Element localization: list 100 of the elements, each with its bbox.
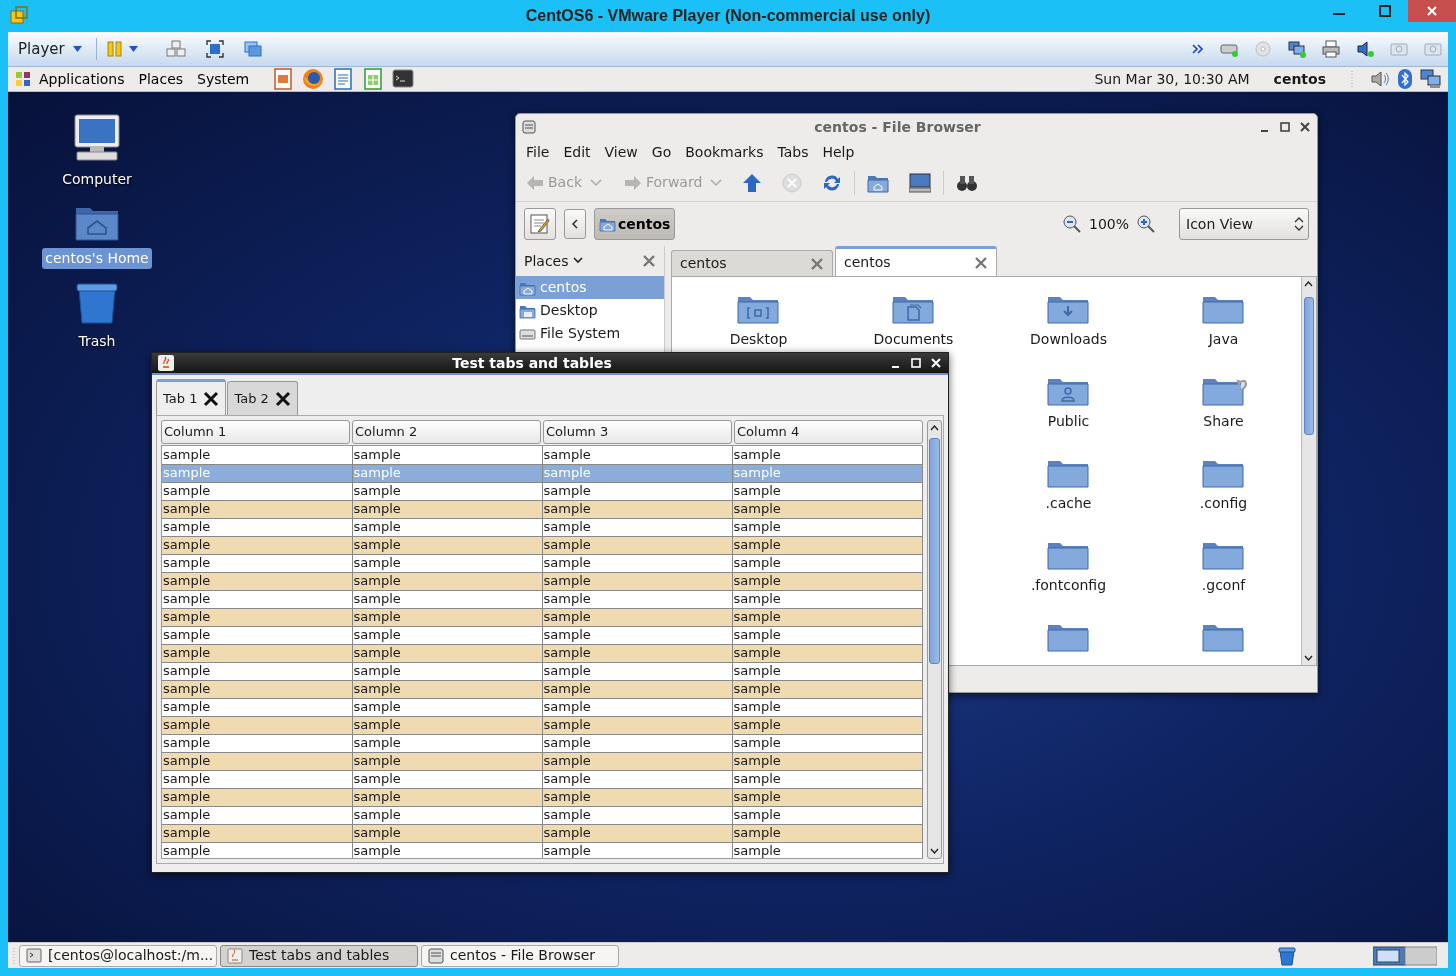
taskbar-button[interactable]: [centos@localhost:/m... [19,944,217,967]
file-label[interactable]: Java [1208,329,1239,350]
file-label[interactable]: Share [1203,411,1244,432]
menu-item[interactable]: View [597,141,645,163]
panel-menu[interactable]: System [190,68,257,90]
caret-icon[interactable] [72,46,82,52]
table-row[interactable]: sample sample sample sample [162,770,922,788]
menu-item[interactable]: Bookmarks [678,141,771,163]
table-cell: sample [543,735,591,750]
panel-menu[interactable]: Applications [32,68,132,90]
table-cell: sample [163,807,211,822]
text-location-button[interactable] [524,208,556,240]
player-menu[interactable]: Player [14,35,86,63]
arrow-up-icon[interactable] [742,172,763,193]
bluetooth-icon[interactable] [1398,69,1412,89]
desktop-icon-label[interactable]: Computer [59,169,135,190]
sidebar-item[interactable]: Desktop [516,299,664,322]
windows-icon[interactable] [243,41,262,57]
menu-item[interactable]: Help [815,141,862,163]
panel-menu[interactable]: Places [131,68,191,90]
close-icon[interactable] [203,390,220,407]
presentation-icon[interactable] [272,68,295,90]
zoom-in-icon[interactable] [1137,215,1155,233]
file-label[interactable]: Public [1047,411,1090,432]
maximize-icon[interactable] [1379,5,1391,17]
network-icon[interactable] [1288,40,1306,58]
column-header[interactable]: Column 3 [543,420,732,444]
menu-item[interactable]: File [519,141,557,163]
table-cell: sample [733,627,781,642]
globe-icon[interactable] [302,68,325,90]
spreadsheet-icon[interactable] [362,68,385,90]
volume-icon[interactable] [1370,69,1390,89]
taskbar-button[interactable]: centos - File Browser [421,944,619,967]
distribution-logo-icon[interactable] [14,70,32,88]
app-icon[interactable] [158,355,174,371]
menu-item[interactable]: Go [644,141,679,163]
table-cell: sample [733,573,781,588]
keyboard-icon[interactable] [165,40,186,58]
scroll-left-button[interactable] [564,209,586,239]
printer-icon[interactable] [1322,40,1340,58]
workspace-switcher-icon[interactable] [1373,945,1437,966]
scrollbar[interactable] [1301,277,1316,665]
tab[interactable]: centos [835,246,997,276]
column-header[interactable]: Column 1 [161,420,350,444]
table-row[interactable]: sample sample sample sample [162,662,922,680]
file-label[interactable]: Downloads [1030,329,1107,350]
user-name[interactable]: centos [1273,68,1326,90]
fullscreen-icon[interactable] [205,40,224,58]
table-row[interactable]: sample sample sample sample [162,554,922,572]
maximize-icon[interactable] [1279,121,1291,133]
column-header[interactable]: Column 4 [734,420,923,444]
tab[interactable]: centos [671,250,833,276]
window-menu-icon[interactable] [522,120,536,134]
menu-item[interactable]: Edit [556,141,598,163]
path-button[interactable]: centos [594,208,676,240]
desktop-icon-label[interactable]: Trash [75,331,119,352]
zoom-out-icon[interactable] [1062,215,1081,233]
column-header[interactable]: Column 2 [352,420,541,444]
table-row[interactable]: sample sample sample sample [162,698,922,716]
table-cell: sample [543,789,591,804]
file-label[interactable]: Documents [873,329,954,350]
speaker-icon[interactable] [1356,40,1374,58]
file-label[interactable]: .cache [1045,493,1092,514]
table-cell: sample [353,807,401,822]
sidebar-item[interactable]: File System [516,322,664,345]
file-label[interactable]: Desktop [729,329,788,350]
trash-icon[interactable] [75,281,119,325]
scrollbar-thumb[interactable] [929,438,940,665]
pause-icon[interactable] [106,41,123,57]
tab[interactable]: Tab 2 [227,381,298,415]
clock[interactable]: Sun Mar 30, 10:30 AM [1094,68,1250,90]
table-row[interactable]: sample sample sample sample [162,626,922,644]
chevron-down-icon [572,257,583,265]
caret-icon[interactable] [128,46,138,52]
table-row[interactable]: sample sample sample sample [162,590,922,608]
terminal-icon[interactable] [392,68,415,90]
close-icon[interactable] [1299,121,1311,133]
file-label[interactable]: .gconf [1201,575,1246,596]
table-row[interactable]: sample sample sample sample [162,518,922,536]
table-cell: sample [163,645,211,660]
view-select[interactable]: Icon View [1179,208,1309,240]
network-icon[interactable] [1420,69,1442,89]
menu-item[interactable]: Tabs [770,141,816,163]
scrollbar-thumb[interactable] [1304,297,1314,435]
table-row[interactable]: sample sample sample sample [162,842,922,858]
table-row[interactable]: sample sample sample sample [162,806,922,824]
scrollbar[interactable] [927,420,942,859]
close-icon[interactable] [274,390,291,407]
trash-icon[interactable] [1277,945,1297,966]
tab[interactable]: Tab 1 [156,379,227,415]
table-row[interactable]: sample sample sample sample [162,482,922,500]
file-label[interactable]: .fontconfig [1030,575,1107,596]
table-row[interactable]: sample sample sample sample [162,734,922,752]
computer-icon[interactable] [72,113,122,163]
document-icon[interactable] [332,68,355,90]
chevrons-right-icon[interactable] [1192,43,1204,55]
file-label[interactable]: .config [1199,493,1248,514]
computer-icon[interactable] [909,172,932,193]
taskbar-button[interactable]: Test tabs and tables [220,944,418,967]
table-row[interactable]: sample sample sample sample [162,446,922,464]
